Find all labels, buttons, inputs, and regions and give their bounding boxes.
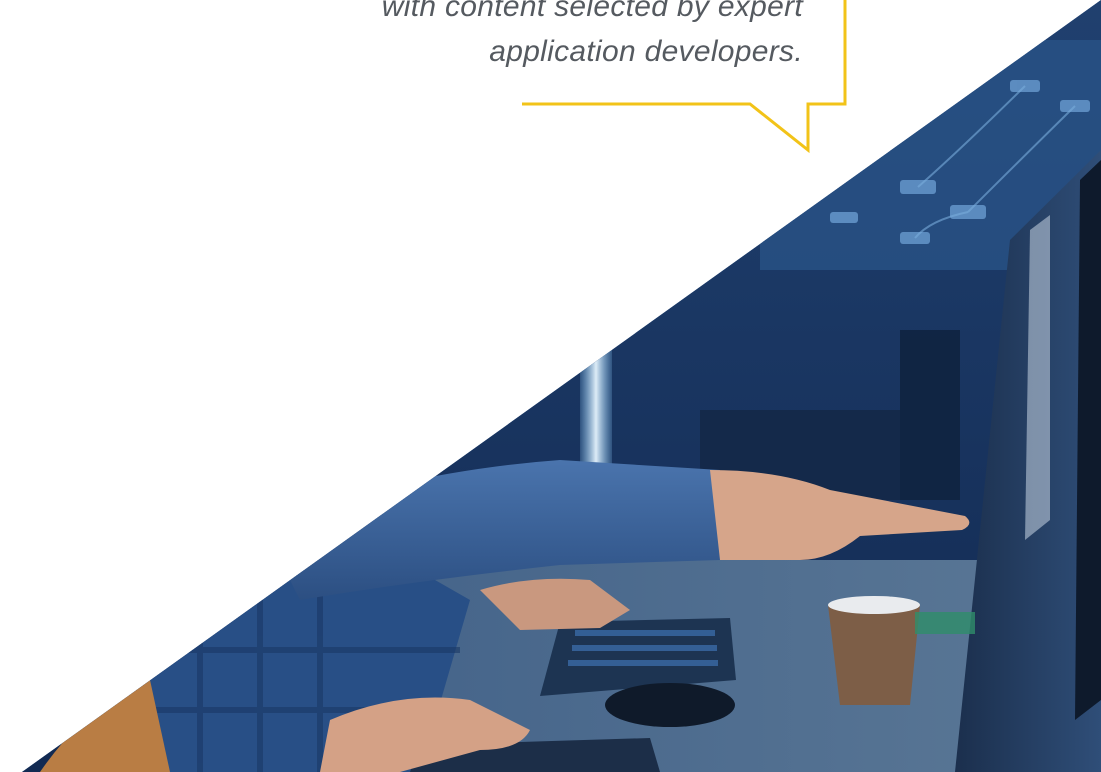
page: with content selected by expert applicat… — [0, 0, 1101, 772]
quote-line-1: with content selected by expert — [381, 0, 803, 23]
quote-block: with content selected by expert applicat… — [0, 0, 1101, 160]
person-hair — [40, 680, 170, 772]
coffee-cup — [828, 605, 920, 705]
quote-line-2: application developers. — [489, 35, 803, 68]
speech-bubble-outline — [522, 0, 847, 154]
mouse — [605, 683, 735, 727]
